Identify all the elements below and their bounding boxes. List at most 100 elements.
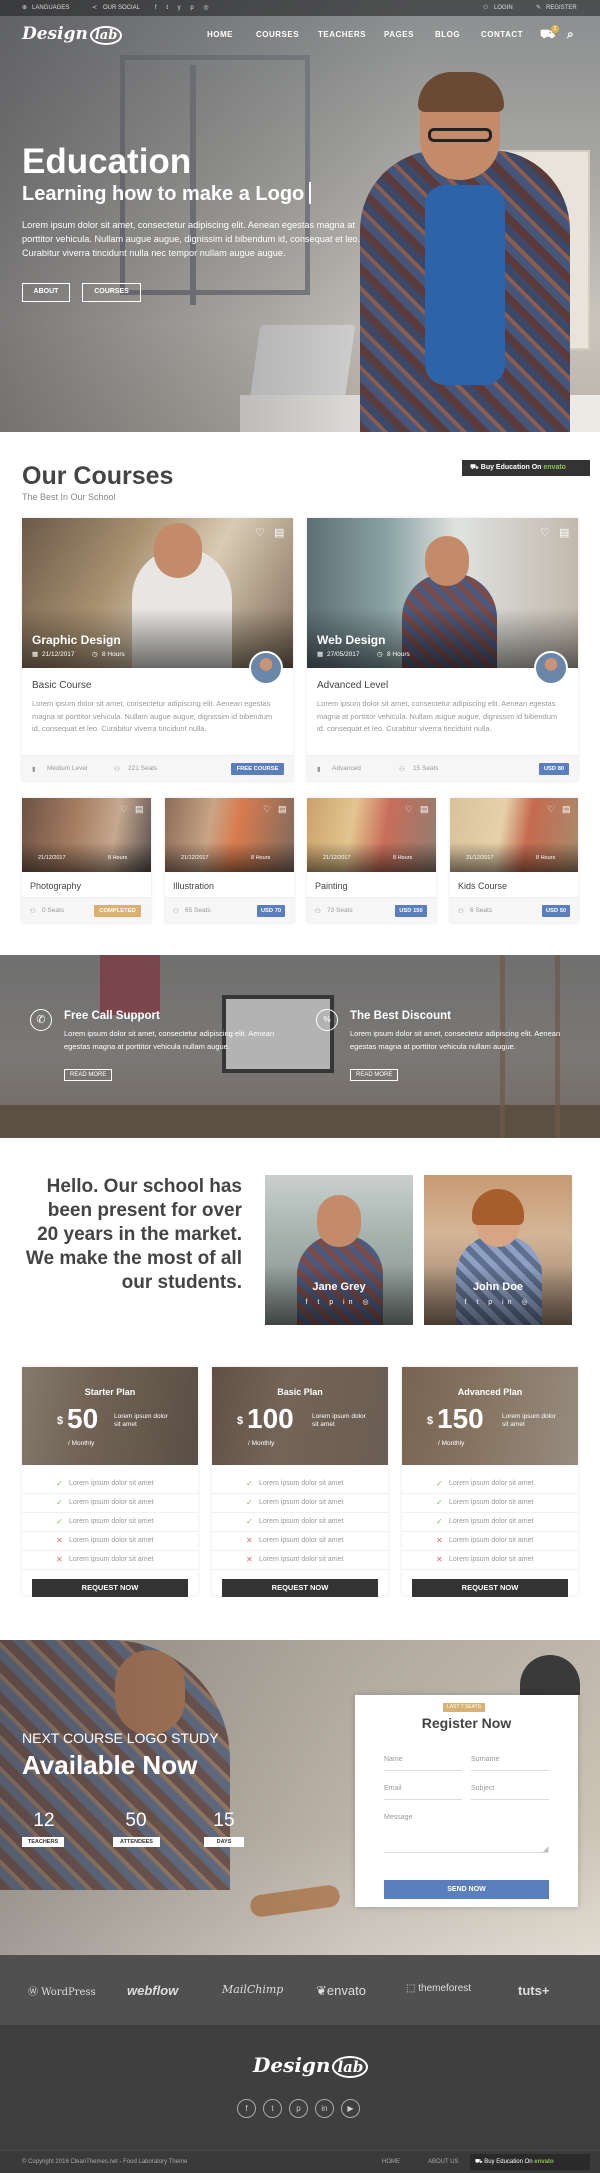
partner-logo-tuts[interactable]: tuts+ [518,1983,549,1998]
site-logo[interactable]: Design lab [22,24,123,45]
footer-link-home[interactable]: HOME [382,2159,400,2165]
teacher-card-jane-grey[interactable]: Jane Grey f t p in ◎ [265,1175,413,1325]
teacher-avatar[interactable] [249,651,283,685]
leaf-icon: ❦ [316,1983,327,1998]
partner-logo-webflow[interactable]: webflow [127,1983,178,1998]
about-button[interactable]: ABOUT [22,283,70,302]
logo-badge: lab [332,2056,369,2078]
read-more-button[interactable]: READ MORE [350,1069,399,1081]
nav-contact[interactable]: CONTACT [481,30,523,39]
pencil-icon: ✎ [536,5,542,11]
course-card-kids-course[interactable]: ♡ ▤ 21/12/2017 8 Hours Kids Course ⚇ 6 S… [450,798,578,923]
check-icon: ✓ [246,1479,253,1488]
cross-icon: ✕ [246,1536,253,1545]
course-footer: ⚇ 6 Seats USD 50 [450,897,578,923]
calendar-icon: ▦ [32,651,39,658]
cross-icon: ✕ [436,1555,443,1564]
bookmark-icon[interactable]: ▤ [420,804,429,815]
send-now-button[interactable]: SEND NOW [384,1880,549,1899]
difficulty-label: Advanced [332,765,361,772]
feature-label: Lorem ipsum dolor sit amet [69,1499,154,1506]
courses-title: Our Courses [22,462,174,490]
course-title: Kids Course [458,881,508,891]
course-card-painting[interactable]: ♡ ▤ 21/12/2017 8 Hours Painting ⚇ 73 Sea… [307,798,436,923]
course-title: Photography [30,881,82,891]
request-now-button[interactable]: REQUEST NOW [32,1579,188,1597]
heart-icon[interactable]: ♡ [120,804,128,815]
feature-label: Lorem ipsum dolor sit amet [449,1499,534,1506]
read-more-button[interactable]: READ MORE [64,1069,113,1081]
feature-label: Lorem ipsum dolor sit amet [69,1537,154,1544]
teacher-social-icons[interactable]: f t p in ◎ [265,1298,413,1306]
plan-desc: Lorem ipsum dolor sit amet [114,1413,168,1428]
partner-logo-mailchimp[interactable]: MailChimp [222,1983,283,1996]
nav-pages[interactable]: PAGES [384,30,414,39]
course-card-graphic-design[interactable]: ♡ ▤ Graphic Design ▦ 21/12/2017 ◷ 8 Hour… [22,518,293,781]
bookmark-icon[interactable]: ▤ [559,526,569,539]
teacher-avatar[interactable] [534,651,568,685]
partner-logo-envato[interactable]: ❦envato [316,1983,366,1999]
heart-icon[interactable]: ♡ [405,804,413,815]
feature-label: Lorem ipsum dolor sit amet [259,1518,344,1525]
course-card-photography[interactable]: ♡ ▤ 21/12/2017 8 Hours Photography ⚇ 0 S… [22,798,151,923]
bookmark-icon[interactable]: ▤ [135,804,144,815]
heart-icon[interactable]: ♡ [540,526,550,539]
message-field[interactable]: Message [384,1811,549,1853]
courses-button[interactable]: COURSES [82,283,141,302]
nav-teachers[interactable]: TEACHERS [318,30,366,39]
youtube-icon[interactable]: ▶ [341,2099,360,2118]
bookmark-icon[interactable]: ▤ [278,804,287,815]
heart-icon[interactable]: ♡ [263,804,271,815]
footer-envato-button[interactable]: ⛟ Buy Education On envato [470,2154,590,2170]
request-now-button[interactable]: REQUEST NOW [412,1579,568,1597]
course-hours: 8 Hours [251,855,271,861]
plan-feature: ✓ Lorem ipsum dolor sit amet [402,1494,578,1513]
twitter-icon[interactable]: t [263,2099,282,2118]
footer-logo[interactable]: Design lab [253,2053,369,2078]
nav-blog[interactable]: BLOG [435,30,460,39]
course-card-web-design[interactable]: ♡ ▤ Web Design ▦ 27/05/2017 ◷ 8 Hours Ad… [307,518,578,781]
users-icon: ⚇ [458,908,464,915]
subject-field[interactable]: Subject [471,1782,549,1800]
nav-home[interactable]: HOME [207,30,233,39]
email-field[interactable]: Email [384,1782,462,1800]
bookmark-icon[interactable]: ▤ [562,804,571,815]
heart-icon[interactable]: ♡ [255,526,265,539]
facebook-icon[interactable]: f [237,2099,256,2118]
search-icon[interactable]: ⌕ [567,27,574,42]
login-link[interactable]: LOGIN [494,5,513,11]
teacher-social-icons[interactable]: f t p in ◎ [424,1298,572,1306]
check-icon: ✓ [436,1517,443,1526]
discount-icon: % [316,1009,338,1031]
partner-logo-wordpress[interactable]: Ⓦ WordPress [28,1983,96,1998]
partner-logo-themeforest[interactable]: ⬚ themeforest [406,1983,471,1994]
buy-on-envato-button[interactable]: ⛟ Buy Education On envato [462,460,590,476]
course-card-illustration[interactable]: ♡ ▤ 21/12/2017 8 Hours Illustration ⚇ 65… [165,798,294,923]
pricing-card-basic: Basic Plan $ 100 Lorem ipsum dolor sit a… [212,1367,388,1597]
status-badge: COMPLETED [94,905,141,917]
languages-link[interactable]: LANGUAGES [32,5,69,11]
nav-courses[interactable]: COURSES [256,30,299,39]
surname-field[interactable]: Surname [471,1753,549,1771]
pinterest-icon[interactable]: p [289,2099,308,2118]
request-now-button[interactable]: REQUEST NOW [222,1579,378,1597]
bottom-bar: © Copyright 2016 CleanThemes.net - Food … [0,2150,600,2173]
social-icons[interactable]: f t y p ◎ [155,4,213,11]
register-link[interactable]: REGISTER [546,5,577,11]
logo-text: Design [253,2053,331,2077]
feature-title: The Best Discount [350,1010,451,1022]
heart-icon[interactable]: ♡ [547,804,555,815]
plan-currency: $ [57,1415,64,1427]
hero-title: Education [22,142,192,181]
bookmark-icon[interactable]: ▤ [274,526,284,539]
footer-link-about[interactable]: ABOUT US [428,2159,459,2165]
envato-brand: envato [534,2159,554,2165]
plan-name: Basic Plan [277,1387,323,1397]
hero-overlay [0,0,600,432]
difficulty-label: Medium Level [47,765,88,772]
linkedin-icon[interactable]: in [315,2099,334,2118]
course-footer: ⚇ 73 Seats USD 150 [307,897,436,923]
teacher-card-john-doe[interactable]: John Doe f t p in ◎ [424,1175,572,1325]
our-social-label: OUR SOCIAL [103,5,141,11]
name-field[interactable]: Name [384,1753,462,1771]
